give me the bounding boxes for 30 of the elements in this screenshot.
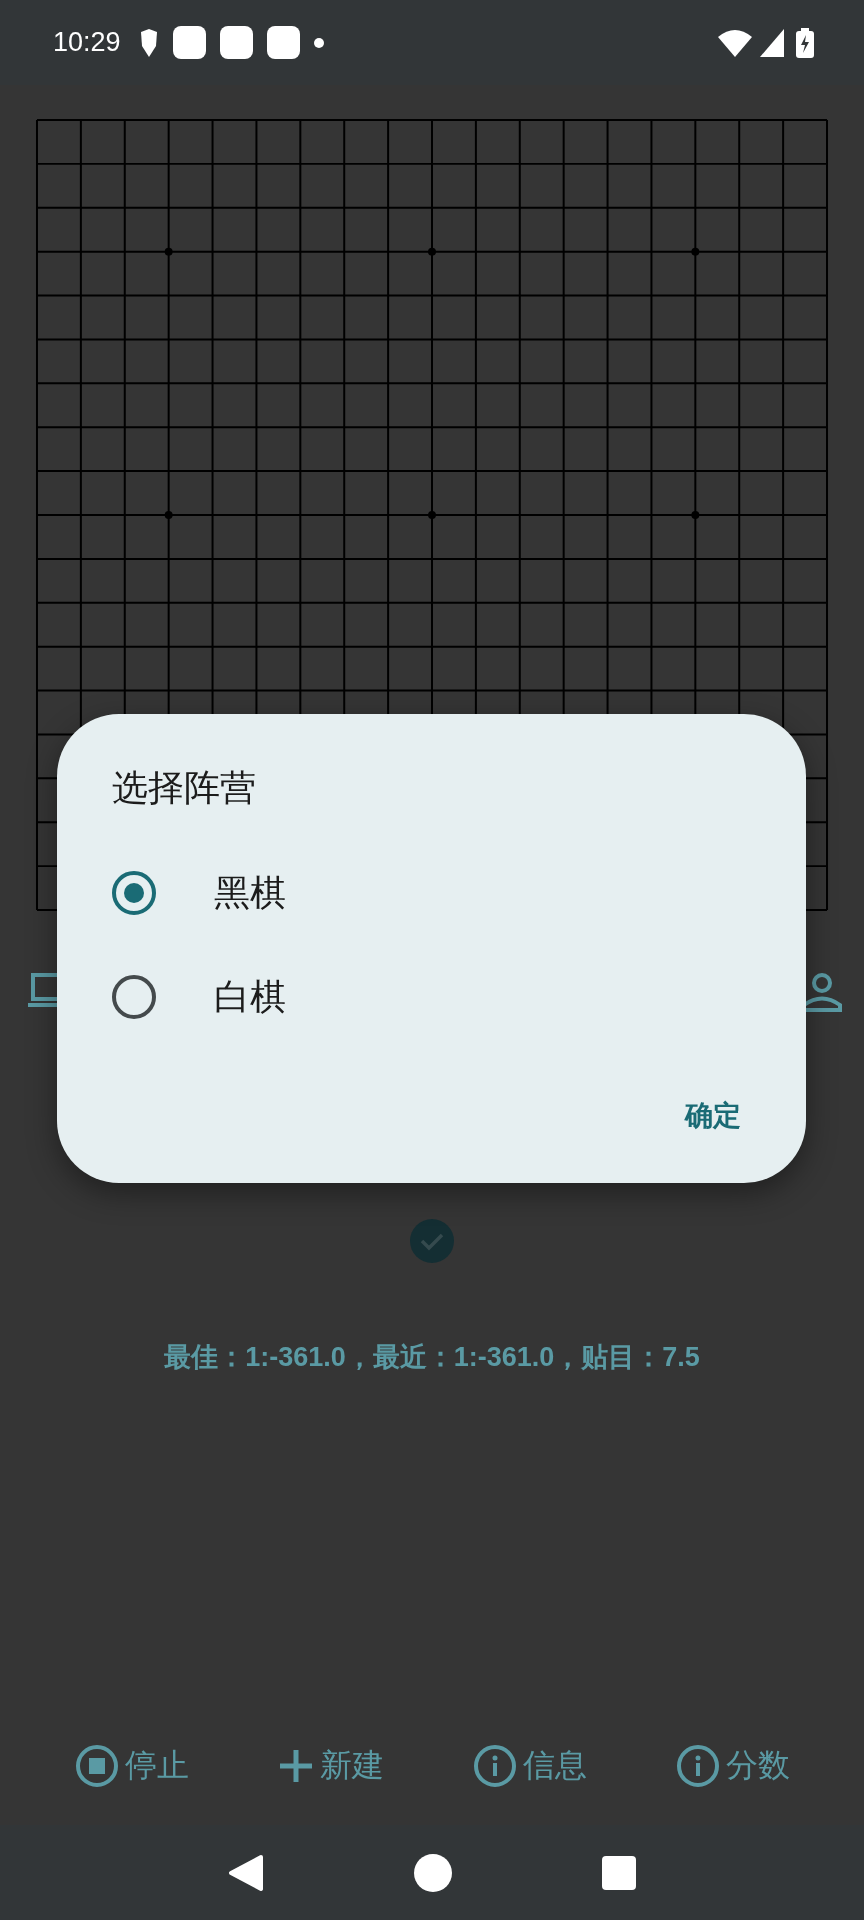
battery-icon xyxy=(796,27,814,58)
stop-icon xyxy=(74,1744,119,1788)
info-icon xyxy=(675,1744,720,1788)
info-icon xyxy=(472,1744,517,1788)
toolbar-button[interactable]: 分数 xyxy=(671,1740,794,1792)
dialog-title: 选择阵营 xyxy=(112,766,257,810)
home-button[interactable] xyxy=(414,1853,452,1892)
status-time: 10:29 xyxy=(53,27,121,58)
plus-icon xyxy=(277,1748,314,1784)
confirm-button[interactable]: 确定 xyxy=(681,1093,745,1139)
toolbar-button[interactable]: 信息 xyxy=(468,1740,591,1792)
recents-button[interactable] xyxy=(602,1855,636,1890)
notification-icon xyxy=(266,26,300,59)
toolbar-button[interactable]: 新建 xyxy=(273,1740,388,1792)
recents-icon xyxy=(602,1855,636,1890)
notification-icon xyxy=(172,26,206,59)
option-label[interactable]: 白棋 xyxy=(214,972,286,1022)
toolbar-button[interactable]: 停止 xyxy=(70,1740,193,1792)
dot-icon xyxy=(313,37,324,48)
home-icon xyxy=(414,1853,452,1892)
back-button[interactable] xyxy=(228,1853,264,1892)
back-icon xyxy=(228,1853,264,1892)
notification-icon xyxy=(219,26,253,59)
wifi-icon xyxy=(718,28,752,57)
option-label[interactable]: 黑棋 xyxy=(214,868,286,918)
radio-button[interactable] xyxy=(112,871,156,915)
radio-button[interactable] xyxy=(112,975,156,1019)
shield-icon xyxy=(138,27,159,58)
check-circle-icon xyxy=(410,1219,454,1263)
score-text: 最佳：1:-361.0，最近：1:-361.0，贴目：7.5 xyxy=(163,1341,701,1374)
